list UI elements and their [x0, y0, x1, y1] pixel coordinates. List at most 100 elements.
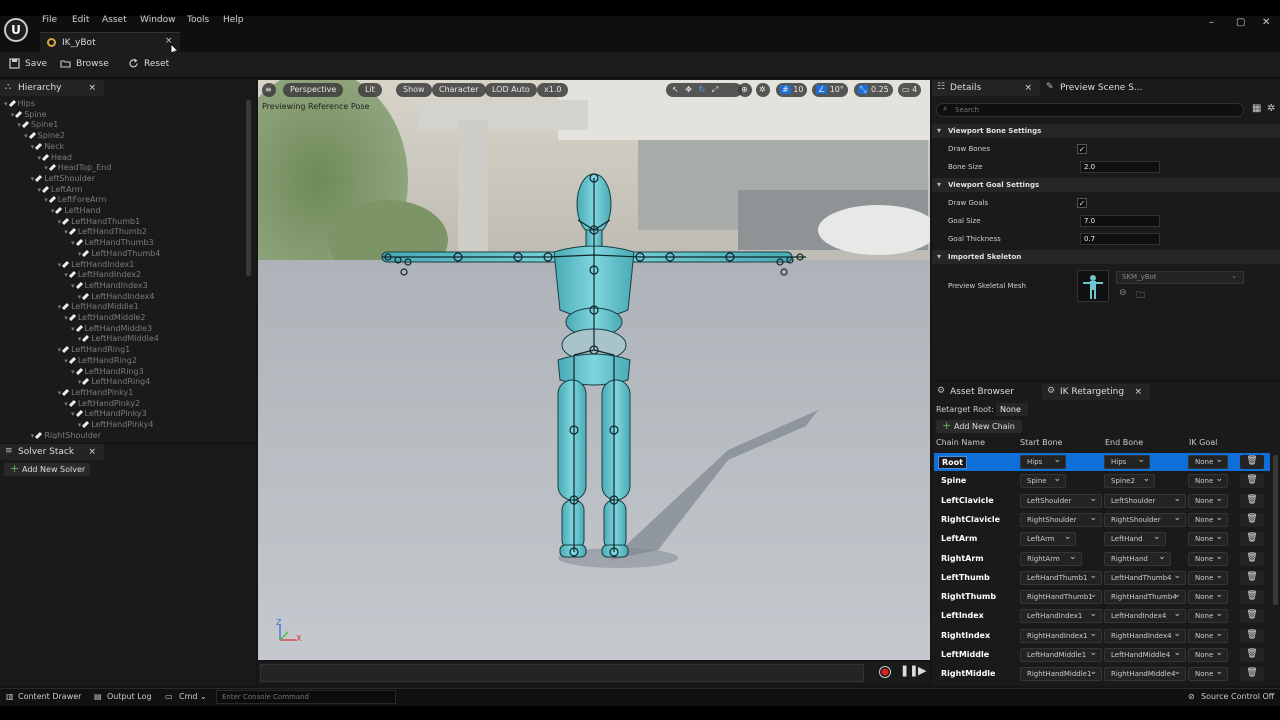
expand-arrow-icon[interactable]: ▾ — [71, 410, 75, 418]
delete-chain-icon[interactable]: 🗑 — [1240, 628, 1264, 643]
perspective-button[interactable]: Perspective — [283, 83, 344, 97]
tree-row[interactable]: ▾ LeftHandRing1 — [58, 345, 131, 354]
menu-window[interactable]: Window — [140, 15, 176, 25]
grid-snap-button[interactable]: # 10 — [776, 83, 808, 97]
end-bone-dropdown[interactable]: LeftShoulder — [1104, 493, 1186, 508]
scale-snap-button[interactable]: ⤡ 0.25 — [854, 83, 893, 97]
expand-arrow-icon[interactable]: ▾ — [64, 271, 68, 279]
tree-row[interactable]: ▾ LeftHandIndex4 — [78, 292, 155, 301]
chain-row[interactable]: LeftIndex LeftHandIndex1LeftHandIndex4Non… — [934, 607, 1270, 625]
tree-row[interactable]: ▾ LeftShoulder — [31, 174, 95, 183]
expand-arrow-icon[interactable]: ▾ — [58, 218, 62, 226]
ik-goal-dropdown[interactable]: None — [1188, 647, 1228, 662]
viewport-goal-settings-header[interactable]: Viewport Goal Settings — [932, 178, 1280, 192]
draw-bones-checkbox[interactable]: ✓ — [1077, 144, 1087, 154]
end-bone-dropdown[interactable]: RightHandThumb4 — [1104, 589, 1186, 605]
hierarchy-scrollbar[interactable] — [246, 100, 251, 276]
tree-row[interactable]: ▾ LeftArm — [38, 185, 83, 194]
viewport[interactable]: Z X ≡ Perspective Lit Show Character LOD… — [258, 80, 930, 660]
expand-arrow-icon[interactable]: ▾ — [11, 111, 15, 119]
tree-row[interactable]: ▾ LeftHandMiddle1 — [58, 302, 139, 311]
browse-button[interactable]: Browse — [60, 58, 109, 69]
chain-row[interactable]: RightThumb RightHandThumb1RightHandThumb4… — [934, 588, 1270, 606]
chain-row[interactable]: LeftArm LeftArm LeftHand None 🗑 — [934, 530, 1270, 548]
expand-arrow-icon[interactable]: ▾ — [71, 325, 75, 333]
bone-tree[interactable]: ▾ Hips ▾ Spine ▾ Spine1 ▾ Spine2 ▾ Neck ▾ Head ▾ Head… — [0, 99, 244, 439]
save-button[interactable]: Save — [9, 58, 47, 69]
start-bone-dropdown[interactable]: RightArm — [1020, 551, 1082, 566]
chain-row[interactable]: RightIndex RightHandIndex1RightHandIndex4… — [934, 627, 1270, 645]
retarget-root-value[interactable]: None — [996, 403, 1028, 416]
delete-chain-icon[interactable]: 🗑 — [1240, 512, 1264, 527]
character-button[interactable]: Character — [432, 83, 486, 97]
viewport-menu-icon[interactable]: ≡ — [262, 83, 276, 97]
goal-size-field[interactable]: 7.0 — [1080, 215, 1160, 227]
tree-row[interactable]: ▾ LeftHandIndex1 — [58, 260, 135, 269]
expand-arrow-icon[interactable]: ▾ — [44, 164, 48, 172]
start-bone-dropdown[interactable]: LeftHandThumb1 — [1020, 570, 1102, 585]
play-icon[interactable]: ▶ — [918, 664, 926, 677]
details-search-field[interactable]: ⌕ — [936, 103, 1244, 117]
end-bone-dropdown[interactable]: LeftHandIndex4 — [1104, 608, 1186, 624]
tree-row[interactable]: ▾ Spine1 — [17, 120, 58, 129]
expand-arrow-icon[interactable]: ▾ — [71, 282, 75, 290]
goal-thickness-field[interactable]: 0.7 — [1080, 233, 1160, 245]
close-ik-retargeting-icon[interactable]: × — [1134, 384, 1142, 400]
solver-stack-tab[interactable]: Solver Stack × — [0, 444, 104, 460]
menu-tools[interactable]: Tools — [187, 15, 209, 25]
tree-row[interactable]: ▾ LeftHandThumb3 — [71, 238, 154, 247]
expand-arrow-icon[interactable]: ▾ — [31, 432, 35, 439]
expand-arrow-icon[interactable]: ▾ — [38, 154, 42, 162]
delete-chain-icon[interactable]: 🗑 — [1240, 667, 1264, 682]
start-bone-dropdown[interactable]: RightShoulder — [1020, 512, 1102, 527]
world-local-icon[interactable]: ⊕ — [738, 83, 752, 97]
delete-chain-icon[interactable]: 🗑 — [1240, 493, 1264, 508]
close-hierarchy-icon[interactable]: × — [88, 80, 96, 96]
start-bone-dropdown[interactable]: RightHandThumb1 — [1020, 589, 1102, 605]
chain-row[interactable]: Root Hips Hips None 🗑 — [934, 453, 1270, 471]
tree-row[interactable]: ▾ LeftHandRing4 — [78, 377, 151, 386]
tree-row[interactable]: ▾ LeftHand — [51, 206, 101, 215]
expand-arrow-icon[interactable]: ▾ — [58, 303, 62, 311]
close-solver-stack-icon[interactable]: × — [88, 444, 96, 460]
ik-goal-dropdown[interactable]: None — [1188, 608, 1228, 624]
tree-row[interactable]: ▾ Spine2 — [24, 131, 65, 140]
preview-scene-tab[interactable]: Preview Scene S... — [1042, 80, 1152, 96]
start-bone-dropdown[interactable]: Spine — [1020, 473, 1066, 489]
settings-gear-icon[interactable]: ✲ — [1267, 103, 1275, 114]
add-new-solver-button[interactable]: Add New Solver — [4, 462, 90, 476]
tree-row[interactable]: ▾ Head — [38, 153, 72, 162]
menu-edit[interactable]: Edit — [72, 15, 89, 25]
show-button[interactable]: Show — [396, 83, 432, 97]
playback-speed-button[interactable]: x1.0 — [537, 83, 569, 97]
ik-goal-dropdown[interactable]: None — [1188, 570, 1228, 585]
tree-row[interactable]: ▾ LeftHandMiddle3 — [71, 324, 152, 333]
tree-row[interactable]: ▾ LeftHandThumb2 — [64, 227, 147, 236]
hierarchy-tab[interactable]: Hierarchy × — [0, 80, 104, 96]
start-bone-dropdown[interactable]: RightHandMiddle1 — [1020, 666, 1102, 682]
chain-row[interactable]: LeftThumb LeftHandThumb1LeftHandThumb4Non… — [934, 569, 1270, 587]
ik-goal-dropdown[interactable]: None — [1188, 628, 1228, 643]
minimize-icon[interactable]: – — [1209, 17, 1214, 28]
unreal-logo-icon[interactable]: U — [4, 18, 28, 42]
angle-snap-button[interactable]: ∠ 10° — [812, 83, 848, 97]
tree-row[interactable]: ▾ LeftHandThumb1 — [58, 217, 141, 226]
end-bone-dropdown[interactable]: RightHand — [1104, 551, 1171, 566]
menu-asset[interactable]: Asset — [102, 15, 127, 25]
start-bone-dropdown[interactable]: LeftHandIndex1 — [1020, 608, 1102, 624]
ik-goal-dropdown[interactable]: None — [1188, 454, 1228, 469]
tree-row[interactable]: ▾ LeftHandRing3 — [71, 367, 144, 376]
end-bone-dropdown[interactable]: RightHandIndex4 — [1104, 628, 1186, 643]
chain-row[interactable]: LeftClavicleLeftShoulderLeftShoulderNone… — [934, 492, 1270, 510]
expand-arrow-icon[interactable]: ▾ — [4, 100, 8, 108]
surface-snap-icon[interactable]: ✲ — [756, 83, 770, 97]
ik-goal-dropdown[interactable]: None — [1188, 493, 1228, 508]
end-bone-dropdown[interactable]: RightShoulder — [1104, 512, 1186, 527]
expand-arrow-icon[interactable]: ▾ — [78, 378, 82, 386]
lit-button[interactable]: Lit — [358, 83, 382, 97]
ik-goal-dropdown[interactable]: None — [1188, 512, 1228, 527]
chain-row[interactable]: RightArm RightArm RightHand None 🗑 — [934, 550, 1270, 568]
rotate-icon[interactable]: ↻ — [699, 85, 706, 94]
expand-arrow-icon[interactable]: ▾ — [44, 196, 48, 204]
transform-tools[interactable]: ↖ ✥ ↻ ⤢ — [666, 83, 742, 97]
